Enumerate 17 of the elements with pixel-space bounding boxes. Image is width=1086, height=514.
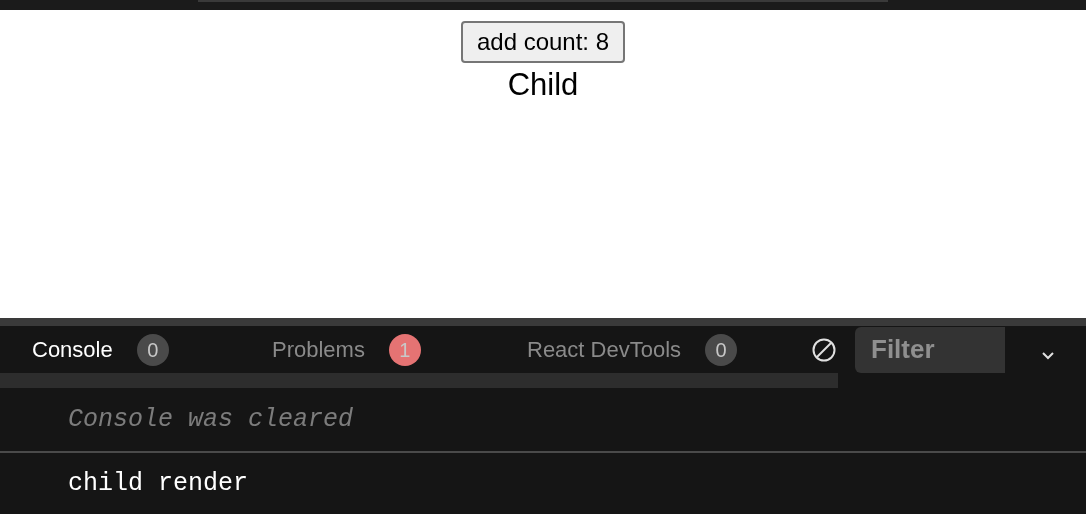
add-count-button[interactable]: add count: 8 [460, 21, 626, 63]
tab-label: Problems [272, 336, 365, 364]
resize-handle[interactable] [0, 318, 1086, 326]
panel-tab[interactable]: Problems 1 [240, 326, 495, 373]
clear-icon[interactable] [811, 336, 837, 363]
console-message: child render [68, 467, 249, 500]
console-message: Console was cleared [68, 403, 354, 436]
panel-tab[interactable]: React DevTools 0 [495, 326, 755, 373]
tab-label: Console [32, 336, 113, 364]
filter-field[interactable]: Filter [855, 326, 1005, 373]
tab-label: React DevTools [527, 336, 682, 364]
chevron-down-icon[interactable] [1041, 349, 1055, 360]
count-badge: 0 [136, 333, 169, 366]
panel-tab[interactable]: Console 0 [0, 326, 240, 373]
count-badge: 0 [705, 333, 738, 366]
count-badge: 1 [388, 333, 421, 366]
child-text: Child [507, 66, 579, 104]
